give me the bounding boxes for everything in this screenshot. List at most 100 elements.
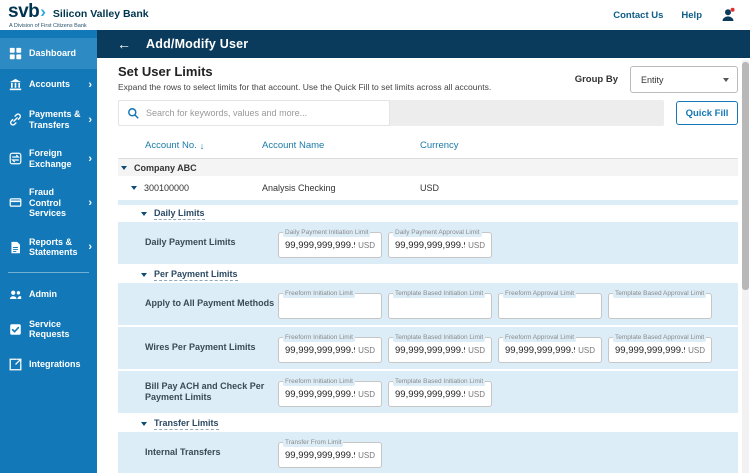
- field-label: Template Based Approval Limit: [613, 289, 707, 298]
- account-number: 300100000: [144, 183, 190, 193]
- limit-input-daily-payment-approval-limit[interactable]: [389, 239, 469, 251]
- search-field[interactable]: [118, 100, 390, 126]
- scrollbar-thumb[interactable]: [742, 62, 749, 290]
- limit-row-wires-per-payment-limits: Wires Per Payment Limits Freeform Initiat…: [118, 327, 738, 369]
- sidebar-item-reports-statements[interactable]: Reports & Statements ›: [0, 228, 97, 267]
- field-label: Template Based Initiation Limit: [393, 333, 486, 342]
- field-freeform-initiation-limit: Freeform Initiation LimitUSD: [278, 333, 382, 363]
- sidebar-item-admin[interactable]: Admin: [0, 279, 97, 310]
- column-account-no[interactable]: Account No. ↓: [118, 140, 262, 151]
- limit-input-template-based-approval-limit[interactable]: [609, 300, 711, 312]
- sidebar-item-accounts[interactable]: Accounts ›: [0, 69, 97, 100]
- limit-input-daily-payment-initiation-limit[interactable]: [279, 239, 359, 251]
- sidebar-nav: Dashboard Accounts › Payments & Transfers › F…: [0, 30, 97, 473]
- field-label: Template Based Initiation Limit: [393, 377, 486, 386]
- field-template-based-approval-limit: Template Based Approval Limit USD: [608, 333, 712, 363]
- field-label: Freeform Approval Limit: [503, 289, 576, 298]
- column-currency[interactable]: Currency: [420, 140, 738, 151]
- content-area: Set User Limits Expand the rows to selec…: [97, 58, 750, 473]
- svb-logo-text: svb: [8, 1, 40, 22]
- sort-descending-icon[interactable]: ↓: [200, 141, 205, 151]
- payments-transfers-icon: [9, 113, 22, 126]
- currency-suffix: USD: [358, 450, 375, 460]
- integrations-icon: [9, 358, 22, 371]
- limit-input-template-based-approval-limit[interactable]: [609, 344, 689, 356]
- service-requests-icon: [9, 323, 22, 336]
- limit-input-freeform-initiation-limit[interactable]: [279, 344, 359, 356]
- field-label: Freeform Initiation Limit: [283, 377, 355, 386]
- sidebar-item-label: Admin: [29, 288, 57, 299]
- dashboard-icon: [9, 47, 22, 60]
- sidebar-item-payments-transfers[interactable]: Payments & Transfers ›: [0, 100, 97, 139]
- group-by-select[interactable]: Entity: [630, 66, 738, 93]
- limit-input-template-based-initiation-limit[interactable]: [389, 388, 469, 400]
- account-number-cell[interactable]: 300100000: [118, 183, 262, 193]
- sidebar-item-integrations[interactable]: Integrations: [0, 349, 97, 380]
- group-row-company[interactable]: Company ABC: [118, 159, 738, 176]
- field-freeform-approval-limit: Freeform Approval LimitUSD: [498, 333, 602, 363]
- page-subtitle: Expand the rows to select limits for tha…: [118, 82, 492, 92]
- sidebar-item-label: Foreign Exchange: [29, 148, 72, 169]
- currency-suffix: USD: [468, 240, 485, 250]
- vertical-scrollbar[interactable]: [742, 60, 749, 473]
- limit-row-apply-to-all-payment-methods: Apply to All Payment Methods Freeform Ini…: [118, 283, 738, 325]
- search-input[interactable]: [146, 108, 381, 118]
- chevron-right-icon: ›: [88, 113, 92, 126]
- limit-input-freeform-approval-limit[interactable]: [499, 344, 579, 356]
- page-header-bar: ← Add/Modify User: [97, 30, 750, 58]
- field-template-based-initiation-limit: Template Based Initiation Limit USD: [388, 333, 492, 363]
- sidebar-item-service-requests[interactable]: Service Requests: [0, 310, 97, 349]
- back-button[interactable]: ←: [117, 37, 131, 51]
- field-template-based-approval-limit: Template Based Approval Limit: [608, 289, 712, 319]
- currency-suffix: USD: [358, 240, 375, 250]
- section-row-per-payment-limits[interactable]: Per Payment Limits: [118, 266, 738, 283]
- field-daily-payment-initiation-limit: Daily Payment Initiation Limit USD: [278, 228, 382, 258]
- section-label: Transfer Limits: [154, 417, 219, 430]
- limit-row-daily-payment-limits: Daily Payment Limits Daily Payment Initia…: [118, 222, 738, 264]
- limit-input-freeform-initiation-limit[interactable]: [279, 300, 381, 312]
- field-template-based-initiation-limit: Template Based Initiation Limit: [388, 289, 492, 319]
- reports-statements-icon: [9, 241, 22, 254]
- currency-suffix: USD: [358, 389, 375, 399]
- section-row-daily-limits[interactable]: Daily Limits: [118, 205, 738, 222]
- account-currency: USD: [420, 183, 440, 193]
- field-freeform-approval-limit: Freeform Approval Limit: [498, 289, 602, 319]
- sidebar-item-fraud-control-services[interactable]: Fraud Control Services ›: [0, 178, 97, 228]
- collapse-arrow-icon[interactable]: [131, 186, 137, 190]
- limits-table-body: Daily Limits Daily Payment Limits Daily Pa…: [118, 205, 738, 473]
- group-by-value: Entity: [641, 74, 664, 85]
- user-icon[interactable]: [720, 7, 736, 23]
- field-label: Template Based Initiation Limit: [393, 289, 486, 298]
- limit-fields: Freeform Initiation Limit Template Based …: [278, 288, 712, 319]
- collapse-arrow-icon[interactable]: [121, 165, 127, 170]
- contact-us-link[interactable]: Contact Us: [613, 10, 663, 21]
- limit-input-template-based-initiation-limit[interactable]: [389, 344, 469, 356]
- section-row-transfer-limits[interactable]: Transfer Limits: [118, 415, 738, 432]
- collapse-arrow-icon[interactable]: [141, 211, 147, 216]
- collapse-arrow-icon[interactable]: [141, 421, 147, 426]
- field-label: Daily Payment Approval Limit: [393, 228, 482, 237]
- page-title: Set User Limits: [118, 64, 213, 79]
- limit-fields: Freeform Initiation LimitUSDTemplate Bas…: [278, 332, 712, 363]
- column-account-name[interactable]: Account Name: [262, 140, 420, 151]
- brand-tagline: A Division of First Citizens Bank: [9, 23, 87, 29]
- collapse-arrow-icon[interactable]: [141, 272, 147, 277]
- quick-fill-button[interactable]: Quick Fill: [676, 101, 738, 125]
- field-template-based-initiation-limit: Template Based Initiation Limit USD: [388, 377, 492, 407]
- help-link[interactable]: Help: [681, 10, 702, 21]
- field-label: Transfer From Limit: [283, 438, 344, 447]
- sidebar-item-label: Reports & Statements: [29, 236, 78, 258]
- currency-suffix: USD: [358, 345, 375, 355]
- sidebar-item-foreign-exchange[interactable]: Foreign Exchange ›: [0, 139, 97, 178]
- sidebar-item-dashboard[interactable]: Dashboard: [0, 38, 97, 69]
- limit-input-template-based-initiation-limit[interactable]: [389, 300, 491, 312]
- limit-input-transfer-from-limit[interactable]: [279, 449, 359, 461]
- limit-input-freeform-approval-limit[interactable]: [499, 300, 601, 312]
- field-label: Freeform Initiation Limit: [283, 289, 355, 298]
- limit-row-label: Internal Transfers: [145, 447, 221, 457]
- field-freeform-initiation-limit: Freeform Initiation LimitUSD: [278, 377, 382, 407]
- limit-input-freeform-initiation-limit[interactable]: [279, 388, 359, 400]
- currency-suffix: USD: [468, 389, 485, 399]
- search-toolbar: [118, 100, 664, 126]
- group-row-label: Company ABC: [134, 162, 197, 173]
